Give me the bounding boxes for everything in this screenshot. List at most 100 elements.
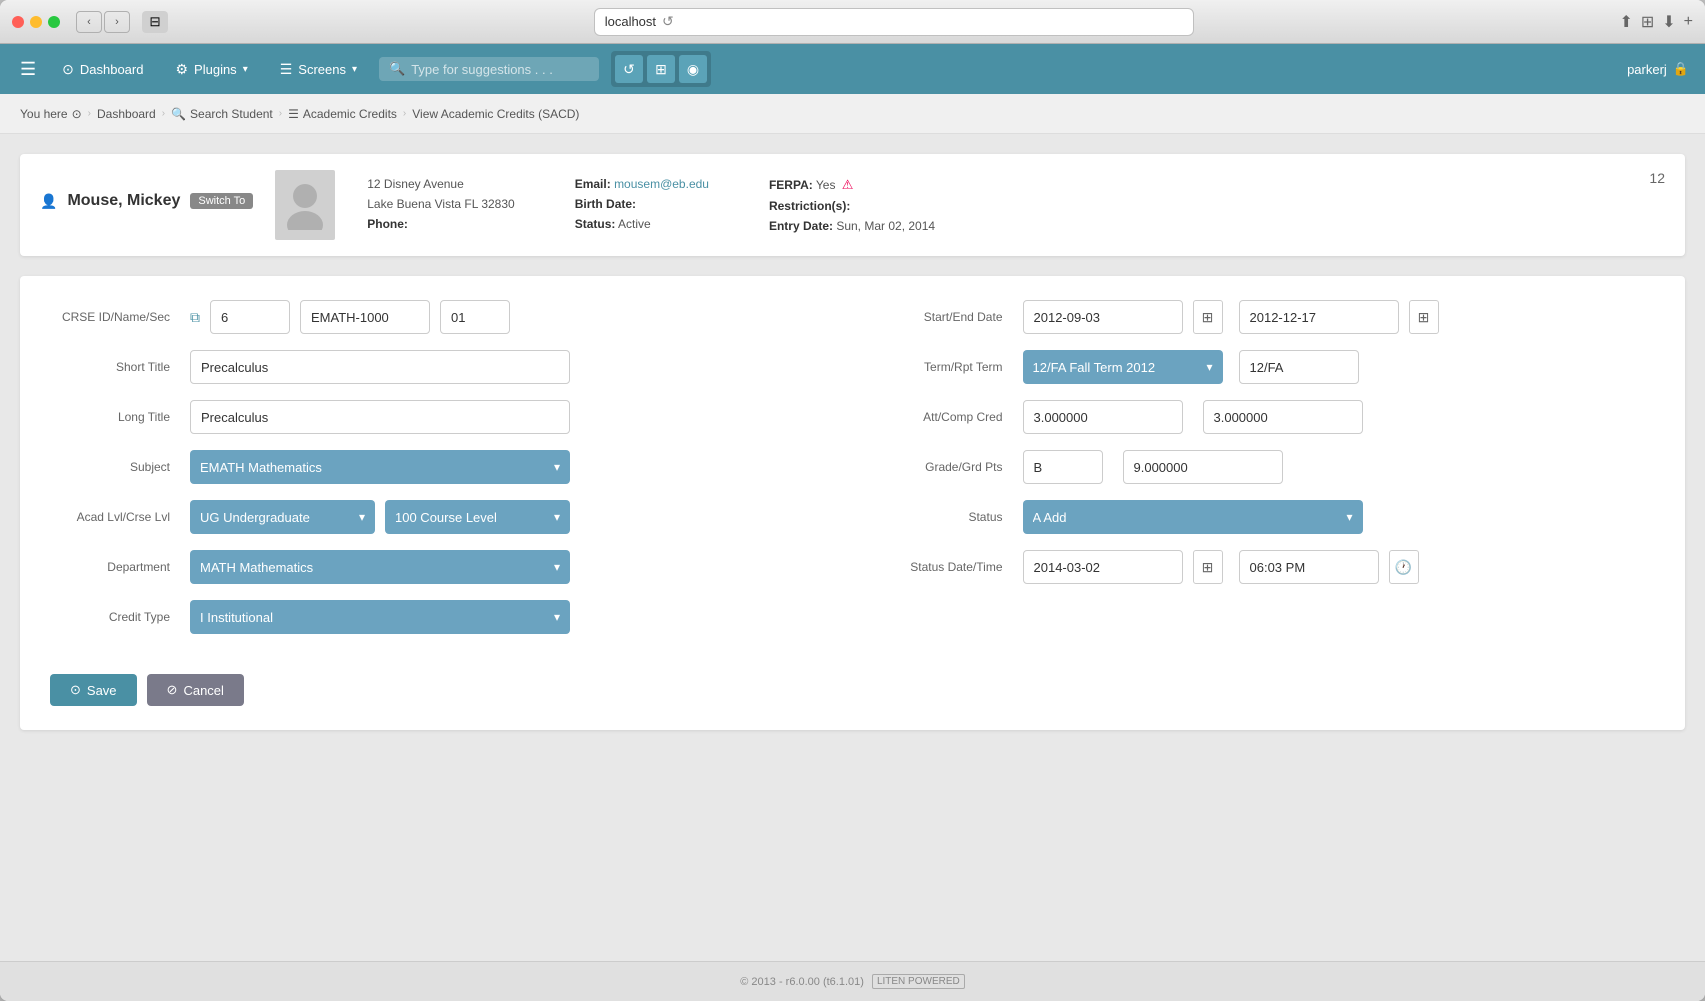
comp-cred-input[interactable] (1203, 400, 1363, 434)
title-bar: ‹ › ⊟ localhost ↺ ⬆ ⊞ ⬇ + (0, 0, 1705, 44)
student-name-section: 👤 Mouse, Mickey Switch To (40, 192, 253, 210)
tab-view-button[interactable]: ⊟ (142, 11, 168, 33)
email-link[interactable]: mousem@eb.edu (614, 177, 709, 191)
department-label: Department (50, 560, 180, 574)
bc-dashboard-text: Dashboard (97, 107, 156, 121)
department-select-wrapper[interactable]: MATH Mathematics (190, 550, 570, 584)
status-select[interactable]: A Add (1023, 500, 1363, 534)
acad-lvl-select[interactable]: UG Undergraduate (190, 500, 375, 534)
maximize-button[interactable] (48, 16, 60, 28)
screens-icon: ☰ (280, 61, 293, 78)
subject-label: Subject (50, 460, 180, 474)
switch-to-button[interactable]: Switch To (190, 193, 253, 209)
nav-dashboard[interactable]: ⊙ Dashboard (52, 55, 153, 84)
nav-plugins-label: Plugins (194, 62, 237, 77)
ferpa-value: Yes (816, 178, 836, 192)
refresh-button[interactable]: ↺ (662, 13, 674, 30)
grd-pts-input[interactable] (1123, 450, 1283, 484)
status-time-clock-btn[interactable]: 🕐 (1389, 550, 1419, 584)
att-cred-input[interactable] (1023, 400, 1183, 434)
start-date-input[interactable] (1023, 300, 1183, 334)
back-button[interactable]: ‹ (76, 11, 102, 33)
download-button[interactable]: ⬇ (1662, 12, 1675, 32)
end-date-input[interactable] (1239, 300, 1399, 334)
crse-id-input[interactable] (210, 300, 290, 334)
restrictions-row: Restriction(s): (769, 199, 935, 213)
credit-type-select[interactable]: I Institutional (190, 600, 570, 634)
nav-tool-refresh[interactable]: ↺ (615, 55, 643, 83)
status-row: Status: Active (575, 217, 709, 231)
plugins-icon: ⚙ (175, 61, 188, 78)
subject-select-wrapper[interactable]: EMATH Mathematics (190, 450, 570, 484)
birth-date-row: Birth Date: (575, 197, 709, 211)
home-icon: ⊙ (72, 107, 82, 121)
short-title-input[interactable] (190, 350, 570, 384)
end-date-calendar-btn[interactable]: ⊞ (1409, 300, 1439, 334)
minimize-button[interactable] (30, 16, 42, 28)
term-select-wrapper[interactable]: 12/FA Fall Term 2012 (1023, 350, 1223, 384)
restrictions-label: Restriction(s): (769, 199, 850, 213)
crse-lvl-select[interactable]: 100 Course Level (385, 500, 570, 534)
status-date-calendar-btn[interactable]: ⊞ (1193, 550, 1223, 584)
status-time-input[interactable] (1239, 550, 1379, 584)
subject-select[interactable]: EMATH Mathematics (190, 450, 570, 484)
search-input[interactable] (411, 62, 571, 77)
grade-input[interactable] (1023, 450, 1103, 484)
student-info: 👤 Mouse, Mickey Switch To 12 Disney Aven… (40, 170, 1649, 240)
status-date-input[interactable] (1023, 550, 1183, 584)
forward-button[interactable]: › (104, 11, 130, 33)
cancel-icon: ⊘ (167, 682, 178, 698)
status-select-wrapper[interactable]: A Add (1023, 500, 1363, 534)
dashboard-icon: ⊙ (62, 61, 74, 78)
save-button[interactable]: ⊙ Save (50, 674, 137, 706)
nav-user[interactable]: parkerj 🔒 (1627, 61, 1689, 77)
nav-screens[interactable]: ☰ Screens ▾ (270, 55, 367, 84)
share-button[interactable]: ⬆ (1619, 12, 1632, 32)
bc-sep-2: › (162, 108, 165, 119)
nav-username: parkerj (1627, 62, 1667, 77)
nav-tool-grid[interactable]: ⊞ (647, 55, 675, 83)
term-select[interactable]: 12/FA Fall Term 2012 (1023, 350, 1223, 384)
start-date-calendar-btn[interactable]: ⊞ (1193, 300, 1223, 334)
crse-sec-input[interactable] (440, 300, 510, 334)
hamburger-menu[interactable]: ☰ (16, 55, 40, 84)
birth-date-label: Birth Date: (575, 197, 636, 211)
bc-dashboard[interactable]: Dashboard (97, 107, 156, 121)
phone-label: Phone: (367, 217, 408, 231)
crse-label: CRSE ID/Name/Sec (50, 310, 180, 324)
footer: © 2013 - r6.0.00 (t6.1.01) LITEN POWERED (0, 961, 1705, 1001)
grade-pts-row: Grade/Grd Pts (883, 450, 1656, 484)
acad-lvl-select-wrapper[interactable]: UG Undergraduate (190, 500, 375, 534)
student-name: Mouse, Mickey (67, 192, 180, 210)
department-select[interactable]: MATH Mathematics (190, 550, 570, 584)
nav-plugins[interactable]: ⚙ Plugins ▾ (165, 55, 257, 84)
nav-tool-circle[interactable]: ◉ (679, 55, 707, 83)
traffic-lights (12, 16, 60, 28)
search-icon: 🔍 (389, 61, 405, 77)
bc-search-student[interactable]: 🔍 Search Student (171, 107, 273, 121)
add-tab-button[interactable]: + (1684, 12, 1693, 32)
breadcrumb: You here ⊙ › Dashboard › 🔍 Search Studen… (0, 94, 1705, 134)
bc-academic-credits[interactable]: ☰ Academic Credits (288, 107, 397, 121)
crse-name-input[interactable] (300, 300, 430, 334)
term-rpt-label: Term/Rpt Term (883, 360, 1013, 374)
avatar-image (285, 180, 325, 230)
crse-lvl-select-wrapper[interactable]: 100 Course Level (385, 500, 570, 534)
close-button[interactable] (12, 16, 24, 28)
powered-badge: LITEN POWERED (872, 974, 965, 989)
start-end-date-row: Start/End Date ⊞ ⊞ (883, 300, 1656, 334)
window-tiles-button[interactable]: ⊞ (1641, 12, 1654, 32)
url-bar[interactable]: localhost ↺ (594, 8, 1194, 36)
copy-icon[interactable]: ⧉ (190, 309, 200, 326)
search-bar[interactable]: 🔍 (379, 57, 599, 81)
long-title-input[interactable] (190, 400, 570, 434)
cancel-button[interactable]: ⊘ Cancel (147, 674, 244, 706)
person-icon: 👤 (40, 193, 57, 210)
long-title-label: Long Title (50, 410, 180, 424)
rpt-term-input[interactable] (1239, 350, 1359, 384)
entry-date-row: Entry Date: Sun, Mar 02, 2014 (769, 219, 935, 233)
ferpa-label: FERPA: (769, 178, 813, 192)
search-small-icon: 🔍 (171, 107, 186, 121)
credit-type-label: Credit Type (50, 610, 180, 624)
credit-type-select-wrapper[interactable]: I Institutional (190, 600, 570, 634)
